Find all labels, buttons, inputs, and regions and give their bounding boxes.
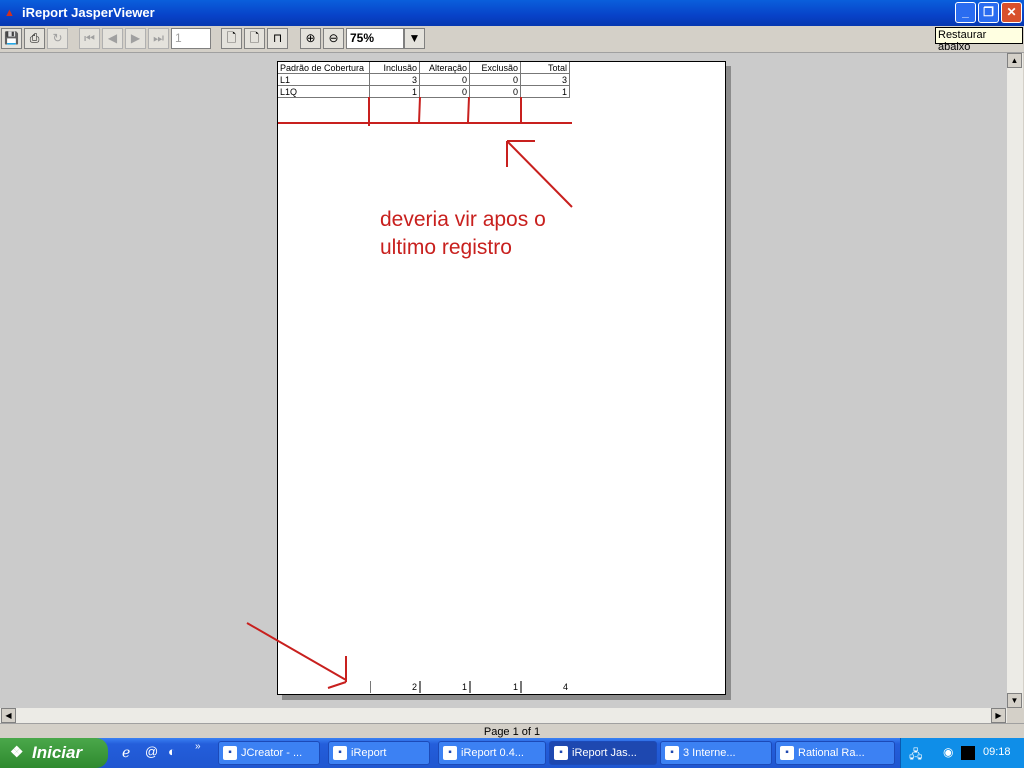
task-app-icon: ▪ <box>333 746 347 760</box>
taskbar-button-label: iReport <box>351 747 387 759</box>
task-app-icon: ▪ <box>223 746 237 760</box>
total-cell: 2 <box>370 681 420 693</box>
print-icon[interactable]: ⎙ <box>24 28 45 49</box>
table-cell: 0 <box>470 74 521 86</box>
column-header: Inclusão <box>370 62 420 74</box>
taskbar-button-label: Rational Ra... <box>798 747 865 759</box>
scroll-right-button[interactable]: ▶ <box>991 708 1006 723</box>
taskbar-button[interactable]: ▪ JCreator - ... <box>218 741 320 765</box>
save-icon[interactable]: 💾 <box>1 28 22 49</box>
clock: 09:18 <box>983 746 1011 758</box>
task-app-icon: ▪ <box>665 746 679 760</box>
actual-size-icon[interactable]: 🗋 <box>221 28 242 49</box>
table-cell: 1 <box>370 86 420 98</box>
network-icon[interactable]: 🖧 <box>909 745 922 766</box>
taskbar-button-label: iReport Jas... <box>572 747 637 759</box>
app-icon: ▲ <box>4 7 15 19</box>
column-header: Padrão de Cobertura <box>278 62 370 74</box>
minimize-button[interactable]: _ <box>955 2 976 23</box>
annotation-text: ultimo registro <box>380 236 512 259</box>
table-cell: 0 <box>470 86 521 98</box>
taskbar-button-label: iReport 0.4... <box>461 747 524 759</box>
quicklaunch-media-icon[interactable]: ◐ <box>168 744 176 759</box>
taskbar-button[interactable]: ▪ Rational Ra... <box>775 741 895 765</box>
table-cell: 0 <box>420 86 470 98</box>
system-tray: 🖧 ◉ 09:18 <box>900 738 1024 768</box>
previous-page-button[interactable]: ◀ <box>102 28 123 49</box>
total-cell: 1 <box>470 681 521 693</box>
table-cell: 3 <box>370 74 420 86</box>
quicklaunch-more-icon[interactable]: » <box>195 741 201 752</box>
column-header: Exclusão <box>470 62 521 74</box>
taskbar-button[interactable]: ▪ 3 Interne... <box>660 741 772 765</box>
table-cell: 1 <box>521 86 570 98</box>
start-label: Iniciar <box>32 743 83 762</box>
zoom-in-icon[interactable]: ⊕ <box>300 28 321 49</box>
taskbar: ❖ Iniciar ℯ @ ◐ » ▪ JCreator - ... ▪ iRepor… <box>0 738 1024 768</box>
title-bar: ▲ iReport JasperViewer _ ❐ ✕ <box>0 0 1024 26</box>
fit-page-icon[interactable]: 🗋 <box>244 28 265 49</box>
java-icon[interactable] <box>961 746 975 760</box>
table-cell: 0 <box>420 74 470 86</box>
column-header: Alteração <box>420 62 470 74</box>
total-cell: 4 <box>521 681 570 693</box>
scroll-left-button[interactable]: ◀ <box>1 708 16 723</box>
page-number-input[interactable]: 1 <box>171 28 211 49</box>
taskbar-button[interactable]: ▪ iReport <box>328 741 430 765</box>
column-header: Total <box>521 62 570 74</box>
total-cell <box>278 681 370 693</box>
close-button[interactable]: ✕ <box>1001 2 1022 23</box>
taskbar-button-label: 3 Interne... <box>683 747 736 759</box>
tooltip: Restaurar abaixo <box>935 27 1023 53</box>
volume-icon[interactable]: ◉ <box>943 745 953 759</box>
horizontal-scrollbar[interactable]: ◀ ▶ <box>0 708 1007 723</box>
quicklaunch-ie-icon[interactable]: ℯ <box>122 744 130 761</box>
restore-button[interactable]: ❐ <box>978 2 999 23</box>
page-status: Page 1 of 1 <box>0 723 1024 739</box>
quicklaunch-outlook-icon[interactable]: @ <box>145 744 158 759</box>
taskbar-button[interactable]: ▪ iReport Jas... <box>549 741 657 765</box>
taskbar-button[interactable]: ▪ iReport 0.4... <box>438 741 546 765</box>
vertical-scrollbar[interactable]: ▲ ▼ <box>1007 53 1023 708</box>
last-page-button[interactable]: ⏭ <box>148 28 169 49</box>
reload-icon[interactable]: ↻ <box>47 28 68 49</box>
start-button[interactable]: ❖ Iniciar <box>0 738 108 768</box>
table-cell: 3 <box>521 74 570 86</box>
toolbar: 💾 ⎙ ↻ ⏮ ◀ ▶ ⏭ 1 🗋 🗋 ⊓ ⊕ ⊖ 75% ▼ <box>0 26 1024 53</box>
next-page-button[interactable]: ▶ <box>125 28 146 49</box>
task-app-icon: ▪ <box>443 746 457 760</box>
total-cell: 1 <box>420 681 470 693</box>
report-page: Padrão de Cobertura Inclusão Alteração Excl… <box>277 61 726 695</box>
scroll-down-button[interactable]: ▼ <box>1007 693 1022 708</box>
annotation-text: deveria vir apos o <box>380 208 546 231</box>
table-cell: L1Q <box>278 86 370 98</box>
table-cell: L1 <box>278 74 370 86</box>
zoom-out-icon[interactable]: ⊖ <box>323 28 344 49</box>
task-app-icon: ▪ <box>780 746 794 760</box>
window-title: iReport JasperViewer <box>22 5 155 20</box>
taskbar-button-label: JCreator - ... <box>241 747 303 759</box>
fit-width-icon[interactable]: ⊓ <box>267 28 288 49</box>
chevron-down-icon[interactable]: ▼ <box>404 28 425 49</box>
zoom-combo-input[interactable]: 75% <box>346 28 404 49</box>
task-app-icon: ▪ <box>554 746 568 760</box>
scroll-up-button[interactable]: ▲ <box>1007 53 1022 68</box>
windows-logo-icon: ❖ <box>10 744 24 761</box>
first-page-button[interactable]: ⏮ <box>79 28 100 49</box>
